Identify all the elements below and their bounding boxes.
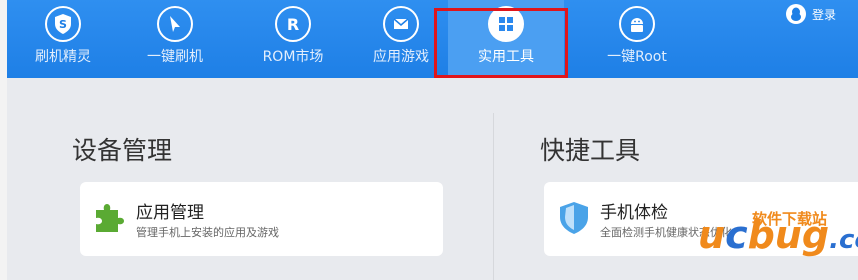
nav-item-rom-market[interactable]: R ROM市场 <box>243 0 343 78</box>
qq-penguin-icon <box>786 4 806 24</box>
nav-label: 一键刷机 <box>147 49 203 65</box>
top-navigation-bar: S 刷机精灵 一键刷机 R ROM市场 应用游戏 实用工具 一键Root <box>7 0 858 78</box>
section-title-device-management: 设备管理 <box>72 136 173 165</box>
envelope-icon <box>383 6 419 42</box>
nav-label: 刷机精灵 <box>35 49 91 65</box>
left-edge <box>0 0 7 280</box>
watermark-tld: .cc <box>829 225 858 255</box>
r-letter-icon: R <box>275 6 311 42</box>
nav-label: 一键Root <box>607 49 667 65</box>
svg-text:S: S <box>59 18 67 31</box>
puzzle-icon <box>90 200 126 236</box>
nav-item-one-click-flash[interactable]: 一键刷机 <box>125 0 225 78</box>
app-management-card[interactable]: 应用管理 管理手机上安装的应用及游戏 <box>80 182 443 256</box>
login-button[interactable]: 登录 <box>786 4 836 24</box>
login-label: 登录 <box>812 7 837 22</box>
shield-check-icon <box>556 200 592 236</box>
svg-text:R: R <box>287 15 299 33</box>
card-title: 应用管理 <box>136 203 204 223</box>
card-description: 管理手机上安装的应用及游戏 <box>136 226 279 239</box>
highlight-box <box>434 8 568 78</box>
watermark-brand-c: c <box>725 213 748 257</box>
watermark-logo: 软件下载站 ucbug.cc <box>694 204 858 274</box>
section-title-quick-tools: 快捷工具 <box>540 136 641 165</box>
nav-item-flash-wizard[interactable]: S 刷机精灵 <box>13 0 113 78</box>
nav-item-one-click-root[interactable]: 一键Root <box>587 0 687 78</box>
nav-label: ROM市场 <box>262 49 324 65</box>
watermark-brand-rest: bug <box>747 213 830 257</box>
card-title: 手机体检 <box>600 203 668 223</box>
android-icon <box>619 6 655 42</box>
shield-s-icon: S <box>45 6 81 42</box>
cursor-arrow-icon <box>157 6 193 42</box>
watermark-brand-u: u <box>698 213 726 257</box>
section-divider <box>493 113 494 280</box>
